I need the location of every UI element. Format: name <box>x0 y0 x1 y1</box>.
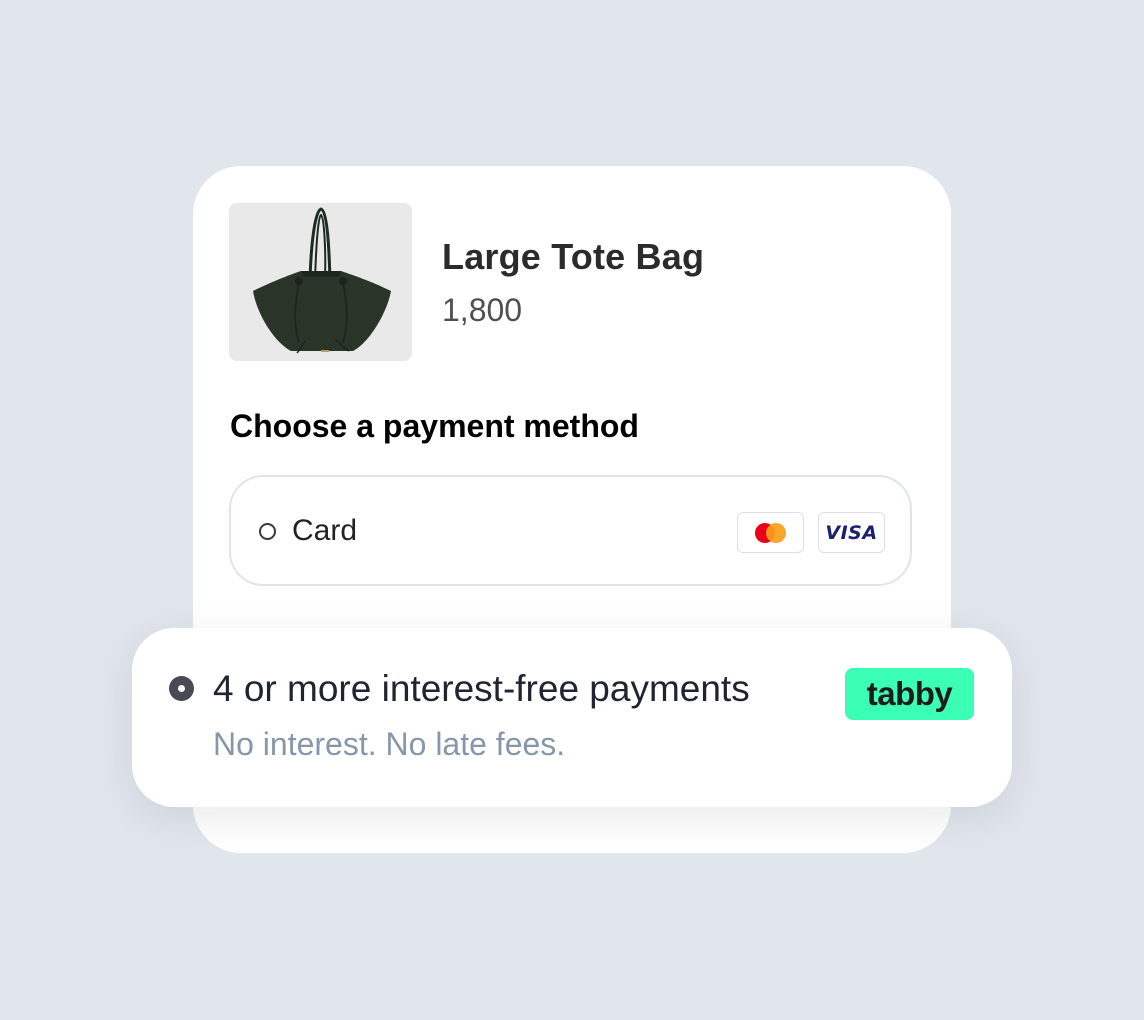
card-payment-option[interactable]: Card VISA <box>229 475 912 586</box>
tabby-option-subtitle: No interest. No late fees. <box>213 726 566 762</box>
visa-logo: VISA <box>818 512 885 553</box>
tabby-option-title: 4 or more interest-free payments <box>213 668 750 709</box>
mastercard-orange-circle <box>766 522 786 543</box>
mastercard-logo <box>737 512 804 553</box>
payment-method-title: Choose a payment method <box>230 408 639 444</box>
card-radio-button[interactable] <box>259 523 276 540</box>
card-option-label: Card <box>292 514 358 547</box>
tabby-logo-badge: tabby <box>845 668 974 720</box>
tote-bag-icon <box>253 207 391 354</box>
product-name: Large Tote Bag <box>442 236 705 277</box>
product-image <box>229 203 412 361</box>
product-price: 1,800 <box>442 292 523 328</box>
visa-logo-text: VISA <box>825 521 878 544</box>
tabby-payment-option[interactable]: 4 or more interest-free payments No inte… <box>132 628 1012 807</box>
tabby-radio-button-selected[interactable] <box>169 676 194 701</box>
